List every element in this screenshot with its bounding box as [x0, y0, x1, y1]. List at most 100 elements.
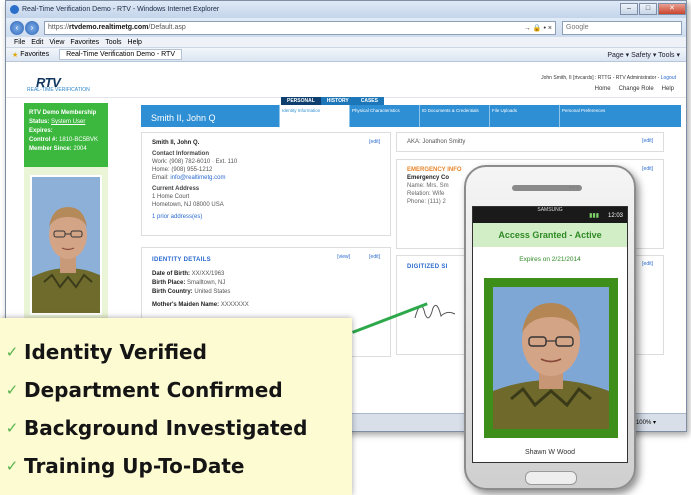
address-bar: ‹ › https://rtvdemo.realtimetg.com/Defau… [6, 18, 686, 37]
browser-tab[interactable]: Real-Time Verification Demo - RTV [59, 49, 182, 60]
signal-icon: ▮▮▮ [589, 213, 599, 219]
contact-edit-link[interactable]: [edit] [369, 138, 380, 146]
window-controls: – □ ✕ [619, 3, 686, 16]
identity-view-link[interactable]: [view] [337, 253, 350, 262]
subtab-uploads[interactable]: File Uploads [489, 105, 559, 127]
expiry-date: Expires on 2/21/2014 [519, 256, 581, 263]
forward-button[interactable]: › [25, 20, 39, 35]
maiden-value: XXXXXXX [220, 302, 249, 308]
contact-name: Smith II, John Q. [152, 140, 200, 146]
title-bar: Real-Time Verification Demo - RTV - Wind… [6, 1, 686, 18]
back-button[interactable]: ‹ [10, 20, 24, 35]
work-phone: Work: (908) 782-6010 · Ext. 110 [152, 159, 238, 165]
favorites-bar: ★ Favorites Real-Time Verification Demo … [6, 48, 686, 62]
search-input[interactable]: Google [562, 20, 682, 35]
phone-sensors: • • ○ [570, 185, 580, 191]
menu-bar: File Edit View Favorites Tools Help [6, 37, 686, 48]
dob-label: Date of Birth: [152, 271, 190, 277]
aka-text: AKA: Jonathon Smitty [407, 139, 466, 145]
member-since-label: Member Since: [29, 146, 72, 152]
dob-value: XX/XX/1963 [191, 271, 225, 277]
signature-edit-link[interactable]: [edit] [642, 261, 653, 267]
address-header: Current Address [152, 186, 200, 192]
membership-box: RTV Demo Membership Status: System User … [24, 103, 108, 167]
close-button[interactable]: ✕ [658, 3, 686, 15]
phone-status-bar: SAMSUNG ▮▮▮ 12:03 [473, 207, 627, 223]
status-label: Status: [29, 119, 50, 125]
check-icon: ✓ [5, 419, 19, 437]
subtab-identity[interactable]: Identity Information [279, 105, 349, 127]
status-link[interactable]: System User [51, 119, 85, 125]
expires-label: Expires: [29, 128, 53, 134]
membership-title: RTV Demo Membership [29, 110, 97, 116]
subtab-preferences[interactable]: Personal Preferences [559, 105, 629, 127]
emergency-edit-link[interactable]: [edit] [642, 165, 653, 173]
maximize-button[interactable]: □ [639, 3, 657, 15]
birthplace-value: Smalltown, NJ [187, 280, 226, 286]
email-link[interactable]: info@realtimetg.com [170, 175, 225, 181]
control-value: 1810-BC5BVK [59, 137, 99, 143]
help-button[interactable]: Help [658, 85, 678, 93]
menu-view[interactable]: View [49, 39, 64, 46]
minimize-button[interactable]: – [620, 3, 638, 15]
check-label: Training Up-To-Date [24, 454, 245, 478]
menu-favorites[interactable]: Favorites [70, 39, 99, 46]
menu-help[interactable]: Help [128, 39, 142, 46]
phone-time: 12:03 [607, 213, 623, 219]
url-path: /Default.asp [148, 24, 186, 31]
country-value: United States [194, 289, 231, 295]
check-label: Department Confirmed [24, 378, 283, 402]
favorites-label[interactable]: Favorites [20, 51, 49, 58]
check-icon: ✓ [5, 343, 19, 361]
phone-screen: SAMSUNG ▮▮▮ 12:03 Access Granted - Activ… [472, 206, 628, 463]
check-icon: ✓ [5, 457, 19, 475]
contact-card: [edit] Smith II, John Q. Contact Informa… [141, 132, 391, 236]
address-tools[interactable]: → 🔒 • × [524, 24, 555, 32]
person-bar: Smith II, John Q Identity Information Ph… [141, 105, 681, 127]
access-status: Access Granted - Active [473, 223, 627, 247]
phone-brand: SAMSUNG [537, 207, 563, 213]
country-label: Birth Country: [152, 289, 193, 295]
person-name: Smith II, John Q [151, 113, 216, 123]
window-title: Real-Time Verification Demo - RTV - Wind… [22, 6, 220, 13]
change-role-button[interactable]: Change Role [615, 85, 658, 93]
tab-cases[interactable]: CASES [354, 97, 384, 105]
favorites-star-icon[interactable]: ★ [12, 51, 18, 59]
subtab-documents[interactable]: ID Documents & Credentials [419, 105, 489, 127]
rtv-logo[interactable]: RTV REAL-TIME VERIFICATION [6, 73, 90, 93]
ie-icon [10, 5, 19, 14]
user-line: John Smith, II [rtvcards] : RTTG - RTV A… [541, 75, 676, 81]
command-bar[interactable]: Page ▾ Safety ▾ Tools ▾ [607, 51, 686, 59]
identity-edit-link[interactable]: [edit] [369, 253, 380, 262]
url-field[interactable]: https://rtvdemo.realtimetg.com/Default.a… [44, 20, 556, 35]
contact-header: Contact Information [152, 151, 209, 157]
home-button[interactable]: Home [591, 85, 615, 93]
check-icon: ✓ [5, 381, 19, 399]
logout-link[interactable]: Logout [661, 75, 676, 81]
credential-photo [484, 278, 618, 438]
rtv-header: RTV REAL-TIME VERIFICATION John Smith, I… [6, 73, 686, 98]
tab-history[interactable]: HISTORY [320, 97, 355, 105]
control-label: Control #: [29, 137, 58, 143]
aka-card: AKA: Jonathon Smitty [edit] [396, 132, 664, 152]
check-item-department: ✓ Department Confirmed [0, 378, 283, 402]
home-key[interactable] [525, 471, 577, 485]
prior-address-link[interactable]: 1 prior address(es) [152, 213, 380, 221]
address-line1: 1 Home Court [152, 194, 190, 200]
check-item-background: ✓ Background Investigated [0, 416, 308, 440]
role-buttons: Home Change Role Help [591, 85, 678, 93]
menu-tools[interactable]: Tools [105, 39, 121, 46]
birthplace-label: Birth Place: [152, 280, 186, 286]
tab-personal[interactable]: PERSONAL [281, 97, 321, 105]
check-label: Identity Verified [24, 340, 207, 364]
aka-edit-link[interactable]: [edit] [642, 138, 653, 144]
credential-name: Shawn W Wood [524, 449, 576, 456]
member-photo [30, 175, 102, 315]
menu-edit[interactable]: Edit [31, 39, 43, 46]
email-label: Email: [152, 175, 169, 181]
address-line2: Hometown, NJ 08000 USA [152, 202, 224, 208]
member-since-value: 2004 [73, 146, 87, 152]
menu-file[interactable]: File [14, 39, 25, 46]
profile-panel: PERSONAL HISTORY CASES Smith II, John Q … [141, 97, 681, 357]
subtab-physical[interactable]: Physical Characteristics [349, 105, 419, 127]
